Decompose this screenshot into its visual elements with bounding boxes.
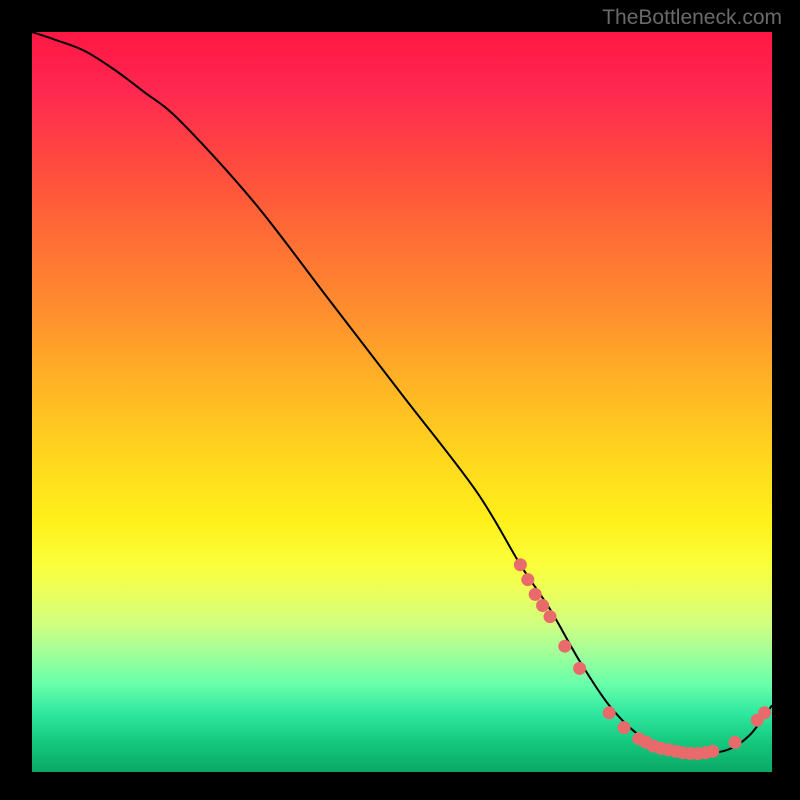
marker-dot (706, 745, 719, 758)
marker-dot (573, 662, 586, 675)
marker-dot (514, 558, 527, 571)
marker-dot (729, 736, 742, 749)
bottleneck-curve-path (32, 32, 772, 754)
marker-dot (603, 706, 616, 719)
watermark-text: TheBottleneck.com (602, 6, 782, 30)
marker-dots-group (514, 558, 771, 760)
marker-dot (536, 599, 549, 612)
marker-dot (618, 721, 631, 734)
marker-dot (758, 706, 771, 719)
marker-dot (529, 588, 542, 601)
marker-dot (544, 610, 557, 623)
chart-svg (32, 32, 772, 772)
marker-dot (521, 573, 534, 586)
chart-plot-area (32, 32, 772, 772)
marker-dot (558, 640, 571, 653)
